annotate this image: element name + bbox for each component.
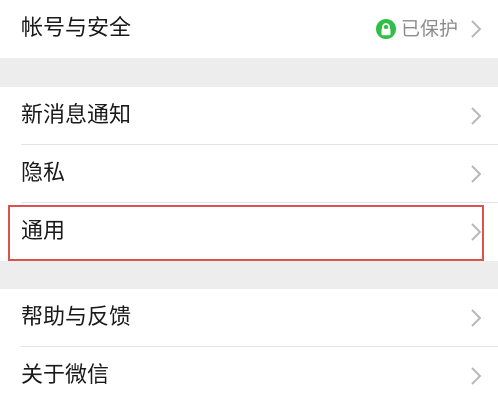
chevron-right-icon <box>471 20 482 38</box>
settings-item-label: 隐私 <box>21 161 66 186</box>
settings-item-label: 帐号与安全 <box>21 16 132 41</box>
settings-item-privacy[interactable]: 隐私 <box>0 145 498 203</box>
settings-item-account-security[interactable]: 帐号与安全 已保护 <box>0 0 498 58</box>
settings-item-label: 新消息通知 <box>21 103 132 128</box>
settings-item-label: 关于微信 <box>21 363 110 388</box>
chevron-right-icon <box>471 165 482 183</box>
settings-group-help: 帮助与反馈 关于微信 <box>0 289 498 405</box>
chevron-right-icon <box>471 107 482 125</box>
settings-item-help-feedback[interactable]: 帮助与反馈 <box>0 289 498 347</box>
settings-group-general: 新消息通知 隐私 通用 <box>0 87 498 261</box>
settings-item-notifications[interactable]: 新消息通知 <box>0 87 498 145</box>
settings-item-label: 帮助与反馈 <box>21 305 132 330</box>
settings-group-account: 帐号与安全 已保护 <box>0 0 498 58</box>
settings-item-general[interactable]: 通用 <box>0 203 498 261</box>
chevron-right-icon <box>471 309 482 327</box>
lock-icon <box>375 19 396 39</box>
chevron-right-icon <box>471 367 482 385</box>
settings-item-about[interactable]: 关于微信 <box>0 347 498 405</box>
protection-status-text: 已保护 <box>400 18 458 40</box>
protection-status: 已保护 <box>375 0 458 58</box>
settings-item-label: 通用 <box>21 219 66 244</box>
chevron-right-icon <box>471 223 482 241</box>
